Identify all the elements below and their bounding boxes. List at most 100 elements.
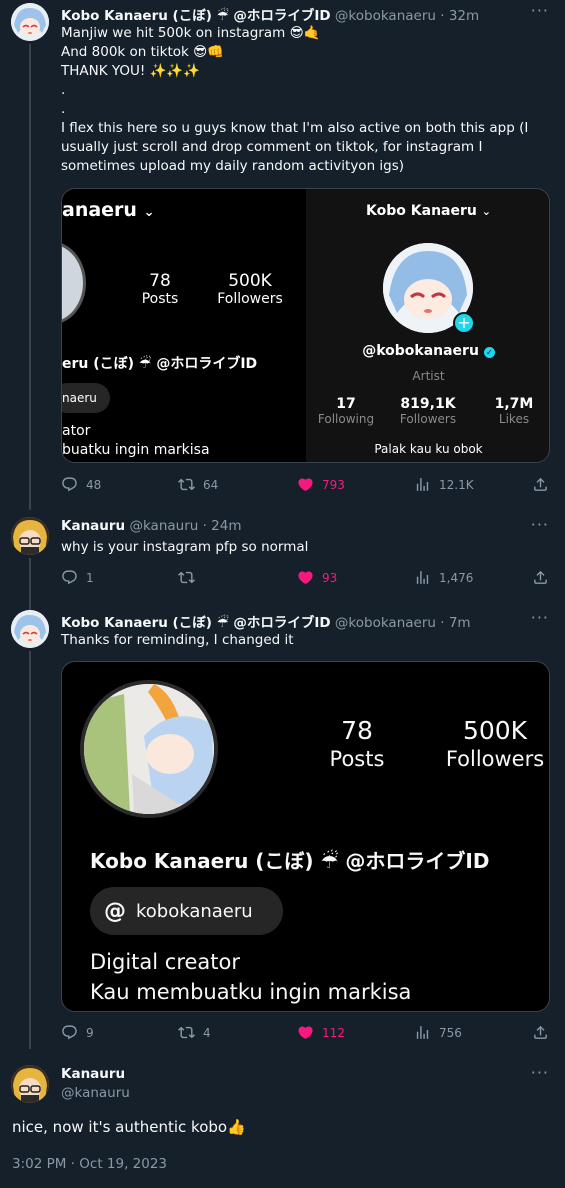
ig-bio-1: ator	[62, 423, 91, 439]
reply-button[interactable]: 48	[61, 476, 101, 493]
ig-threads-chip[interactable]: @ kobokanaeru	[90, 887, 283, 935]
display-name[interactable]: Kanauru	[61, 518, 125, 534]
tweet-1[interactable]: Kobo Kanaeru (こぼ) ☔ @ホロライブID @kobokanaer…	[0, 0, 565, 510]
like-button[interactable]: 93	[297, 569, 337, 586]
display-name[interactable]: Kobo Kanaeru (こぼ) ☔ @ホロライブID	[61, 615, 331, 631]
tt-followers-label: Followers	[399, 412, 457, 426]
tt-following-count: 17	[336, 396, 356, 412]
views-icon	[414, 569, 431, 586]
retweet-count: 4	[203, 1025, 211, 1040]
plus-icon: +	[453, 312, 475, 334]
ig-username: anaeru	[62, 199, 137, 221]
tt-likes-label: Likes	[498, 412, 530, 426]
avatar[interactable]	[11, 3, 49, 41]
handle-time[interactable]: @kobokanaeru · 32m	[335, 8, 479, 24]
display-name[interactable]: Kobo Kanaeru (こぼ) ☔ @ホロライブID	[61, 8, 331, 24]
reply-icon	[61, 569, 78, 586]
retweet-button[interactable]: 64	[178, 476, 218, 493]
views-button[interactable]: 1,476	[414, 569, 473, 586]
tweet-line: .	[61, 101, 66, 117]
retweet-button[interactable]: 4	[178, 1024, 211, 1041]
ig-posts-label: Posts	[141, 291, 179, 307]
reply-icon	[61, 1024, 78, 1041]
media-image[interactable]: 78 Posts 500K Followers Kobo Kanaeru (こぼ…	[61, 661, 550, 1012]
thread-line	[29, 651, 31, 1049]
tweet-text: nice, now it's authentic kobo👍	[12, 1118, 246, 1136]
tweet-3[interactable]: Kobo Kanaeru (こぼ) ☔ @ホロライブID @kobokanaer…	[0, 607, 565, 1049]
like-button[interactable]: 793	[297, 476, 345, 493]
handle-time[interactable]: @kobokanaeru · 7m	[335, 615, 471, 631]
more-icon[interactable]: ···	[531, 515, 549, 534]
like-count: 793	[322, 477, 345, 492]
tt-handle: @kobokanaeru	[362, 343, 479, 359]
media-image[interactable]: anaeru ⌄ 78 Posts 500K Followers eru (こぼ…	[61, 188, 550, 463]
views-count: 12.1K	[439, 477, 474, 492]
ig-bio-2: buatku ingin markisa	[62, 442, 210, 458]
tweet-4-focused: Kanauru @kanauru ··· nice, now it's auth…	[0, 1062, 565, 1188]
share-icon	[532, 476, 549, 493]
threads-handle: kobokanaeru	[136, 900, 253, 922]
retweet-count: 64	[203, 477, 219, 492]
tweet-header: Kobo Kanaeru (こぼ) ☔ @ホロライブID @kobokanaer…	[61, 4, 479, 24]
avatar[interactable]	[11, 517, 49, 555]
like-button[interactable]: 112	[297, 1024, 345, 1041]
action-bar: 1 93 1,476	[61, 569, 551, 589]
reply-count: 48	[86, 477, 102, 492]
retweet-button[interactable]	[178, 569, 203, 586]
like-icon	[297, 476, 314, 493]
threads-icon: @	[104, 898, 126, 924]
tt-title-text: Kobo Kanaeru	[366, 203, 477, 219]
tt-title: Kobo Kanaeru ⌄	[306, 203, 549, 219]
like-icon	[297, 1024, 314, 1041]
views-button[interactable]: 12.1K	[414, 476, 474, 493]
ig-followers-count: 500K	[462, 716, 528, 745]
tweet-text: why is your instagram pfp so normal	[61, 538, 551, 557]
reply-count: 1	[86, 570, 94, 585]
display-name[interactable]: Kanauru	[61, 1066, 125, 1082]
action-bar: 9 4 112 756	[61, 1024, 551, 1044]
retweet-icon	[178, 1024, 195, 1041]
avatar[interactable]	[11, 1065, 49, 1103]
more-icon[interactable]: ···	[531, 608, 549, 627]
tweet-header: Kanauru @kanauru · 24m	[61, 518, 242, 534]
more-icon[interactable]: ···	[531, 1, 549, 20]
thread-line	[29, 44, 31, 510]
share-icon	[532, 569, 549, 586]
ig-posts-count: 78	[341, 716, 373, 745]
share-button[interactable]	[532, 1024, 549, 1041]
like-count: 112	[322, 1025, 345, 1040]
tt-handle-row: @kobokanaeru ✓	[306, 343, 549, 359]
thread-line	[29, 558, 31, 610]
reply-button[interactable]: 1	[61, 569, 94, 586]
ig-posts-count: 78	[149, 271, 171, 291]
avatar[interactable]	[11, 610, 49, 648]
ig-threads-chip: naeru	[62, 383, 110, 413]
tweet-line: THANK YOU! ✨✨✨	[61, 63, 201, 79]
share-button[interactable]	[532, 476, 549, 493]
views-icon	[414, 476, 431, 493]
tweet-line: .	[61, 82, 66, 98]
tt-likes-count: 1,7M	[494, 396, 534, 412]
chevron-down-icon: ⌄	[481, 205, 491, 218]
share-icon	[532, 1024, 549, 1041]
tt-bio: Palak kau ku obok	[374, 442, 483, 456]
reply-button[interactable]: 9	[61, 1024, 94, 1041]
like-count: 93	[322, 570, 338, 585]
tt-category: Artist	[412, 369, 445, 383]
tiktok-screenshot: Kobo Kanaeru ⌄ + @kobokanaeru ✓ Artist 1…	[306, 189, 549, 462]
handle[interactable]: @kanauru	[61, 1085, 130, 1101]
ig-threads-label: naeru	[62, 391, 97, 405]
more-icon[interactable]: ···	[531, 1063, 549, 1082]
ig-bio-2: Kau membuatku ingin markisa	[90, 980, 412, 1004]
handle-time[interactable]: @kanauru · 24m	[129, 518, 241, 534]
tweet-line: And 800k on tiktok 😎👊	[61, 44, 225, 60]
chevron-down-icon: ⌄	[143, 205, 155, 220]
tweet-2[interactable]: Kanauru @kanauru · 24m ··· why is your i…	[0, 514, 565, 610]
views-count: 756	[439, 1025, 462, 1040]
tweet-header: Kobo Kanaeru (こぼ) ☔ @ホロライブID @kobokanaer…	[61, 611, 471, 631]
action-bar: 48 64 793 12.1K	[61, 476, 551, 496]
timestamp[interactable]: 3:02 PM · Oct 19, 2023	[12, 1156, 167, 1172]
views-button[interactable]: 756	[414, 1024, 462, 1041]
share-button[interactable]	[532, 569, 549, 586]
views-count: 1,476	[439, 570, 474, 585]
